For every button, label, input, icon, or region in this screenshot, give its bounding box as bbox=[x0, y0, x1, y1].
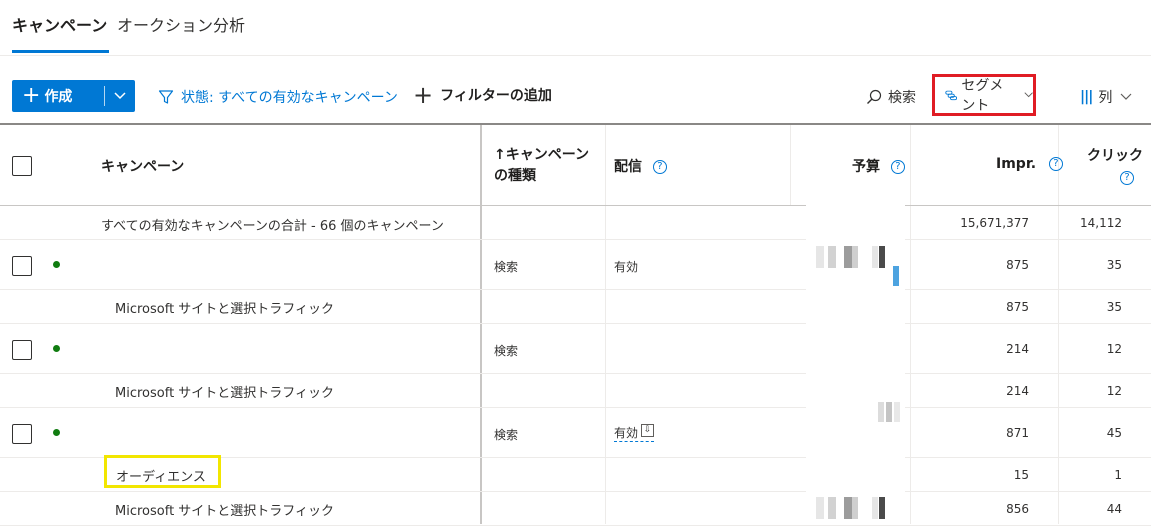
campaign-type-header-line1: ↑キャンペーン bbox=[494, 147, 590, 163]
impressions-header-label: Impr. bbox=[996, 156, 1037, 172]
clicks: 35 bbox=[1106, 258, 1122, 272]
table-row[interactable]: Microsoft サイトと選択トラフィック 875 35 bbox=[0, 290, 1151, 324]
chevron-down-icon bbox=[1120, 93, 1132, 100]
chevron-down-icon bbox=[1024, 92, 1033, 98]
clicks: 12 bbox=[1106, 342, 1122, 356]
segment-button[interactable]: セグメント bbox=[932, 74, 1036, 116]
campaign-type: 検索 bbox=[494, 260, 519, 274]
plus-icon: + bbox=[413, 81, 434, 109]
tab-campaigns[interactable]: キャンペーン bbox=[12, 16, 110, 53]
total-clicks: 14,112 bbox=[1080, 216, 1122, 230]
impressions: 875 bbox=[1006, 300, 1029, 314]
columns-button[interactable]: ||| 列 bbox=[1080, 87, 1132, 107]
budget-header-label: 予算 bbox=[852, 159, 880, 175]
table-row[interactable]: 検索 有効 875 35 bbox=[0, 240, 1151, 290]
status-active-icon bbox=[53, 261, 60, 268]
table-header: キャンペーン ↑キャンペーン の種類 配信 ? 予算 ? Impr. ? クリッ… bbox=[0, 125, 1151, 206]
search-label: 検索 bbox=[888, 90, 916, 106]
filter-icon bbox=[158, 90, 174, 104]
add-filter-button[interactable]: + フィルターの追加 bbox=[413, 81, 552, 109]
segment-icon bbox=[945, 90, 958, 101]
segment-label: セグメント bbox=[961, 78, 1004, 114]
table-row[interactable]: Microsoft サイトと選択トラフィック 214 12 bbox=[0, 374, 1151, 408]
impressions: 875 bbox=[1006, 258, 1029, 272]
help-icon[interactable]: ? bbox=[890, 160, 905, 174]
total-row: すべての有効なキャンペーンの合計 - 66 個のキャンペーン 15,671,37… bbox=[0, 206, 1151, 240]
clicks: 1 bbox=[1114, 468, 1122, 482]
clicks: 35 bbox=[1106, 300, 1122, 314]
status-filter-link[interactable]: 状態: すべての有効なキャンペーン bbox=[158, 87, 398, 107]
status-filter-label: 状態: すべての有効なキャンペーン bbox=[181, 90, 398, 106]
help-icon[interactable]: ? bbox=[1048, 157, 1063, 171]
impressions: 214 bbox=[1006, 342, 1029, 356]
status-active-icon bbox=[53, 345, 60, 352]
search-button[interactable]: 検索 bbox=[866, 87, 916, 107]
campaign-type-header-line2: の種類 bbox=[494, 168, 536, 184]
row-checkbox[interactable] bbox=[12, 424, 32, 444]
segment-label: Microsoft サイトと選択トラフィック bbox=[115, 386, 335, 401]
delivery-status: 有効 bbox=[614, 260, 639, 274]
create-dropdown-chevron-icon[interactable] bbox=[105, 80, 135, 112]
impressions: 856 bbox=[1006, 502, 1029, 516]
delivery-status-link[interactable]: 有効 ⇩ bbox=[614, 424, 655, 442]
campaign-type: 検索 bbox=[494, 428, 519, 442]
delivery-header-label: 配信 bbox=[614, 159, 642, 175]
total-impressions: 15,671,377 bbox=[960, 216, 1029, 230]
row-checkbox[interactable] bbox=[12, 256, 32, 276]
plus-icon: + bbox=[22, 83, 41, 108]
status-active-icon bbox=[53, 429, 60, 436]
columns-icon: ||| bbox=[1080, 89, 1093, 105]
impressions: 15 bbox=[1013, 468, 1029, 482]
campaign-type: 検索 bbox=[494, 344, 519, 358]
tab-bar: キャンペーン オークション分析 bbox=[0, 0, 1151, 56]
impressions: 871 bbox=[1006, 426, 1029, 440]
table-row[interactable]: 検索 有効 ⇩ 871 45 bbox=[0, 408, 1151, 458]
table-row[interactable]: Microsoft サイトと選択トラフィック 856 44 bbox=[0, 492, 1151, 526]
segment-label: Microsoft サイトと選択トラフィック bbox=[115, 504, 335, 519]
clicks: 45 bbox=[1106, 426, 1122, 440]
row-checkbox[interactable] bbox=[12, 340, 32, 360]
delivery-status: 有効 bbox=[614, 426, 639, 440]
help-icon[interactable]: ? bbox=[1120, 171, 1134, 185]
create-button[interactable]: + 作成 bbox=[12, 80, 135, 112]
clicks: 44 bbox=[1106, 502, 1122, 516]
clicks: 12 bbox=[1106, 384, 1122, 398]
segment-label: Microsoft サイトと選択トラフィック bbox=[115, 302, 335, 317]
table-row[interactable]: 検索 214 12 bbox=[0, 324, 1151, 374]
help-icon[interactable]: ? bbox=[652, 160, 667, 174]
search-icon bbox=[867, 89, 882, 104]
columns-label: 列 bbox=[1098, 90, 1113, 106]
delivery-details-icon: ⇩ bbox=[641, 424, 655, 437]
total-label: すべての有効なキャンペーンの合計 - 66 個のキャンペーン bbox=[101, 219, 444, 234]
clicks-header-label: クリック bbox=[1087, 148, 1143, 164]
impressions: 214 bbox=[1006, 384, 1029, 398]
select-all-checkbox[interactable] bbox=[12, 156, 32, 176]
tab-auction-insights[interactable]: オークション分析 bbox=[117, 16, 245, 36]
toolbar: + 作成 状態: すべての有効なキャンペーン + フィルターの追加 検索 セグメ… bbox=[0, 56, 1151, 124]
create-label: 作成 bbox=[44, 89, 73, 105]
audience-highlight-box bbox=[104, 455, 221, 488]
add-filter-label: フィルターの追加 bbox=[440, 88, 552, 104]
